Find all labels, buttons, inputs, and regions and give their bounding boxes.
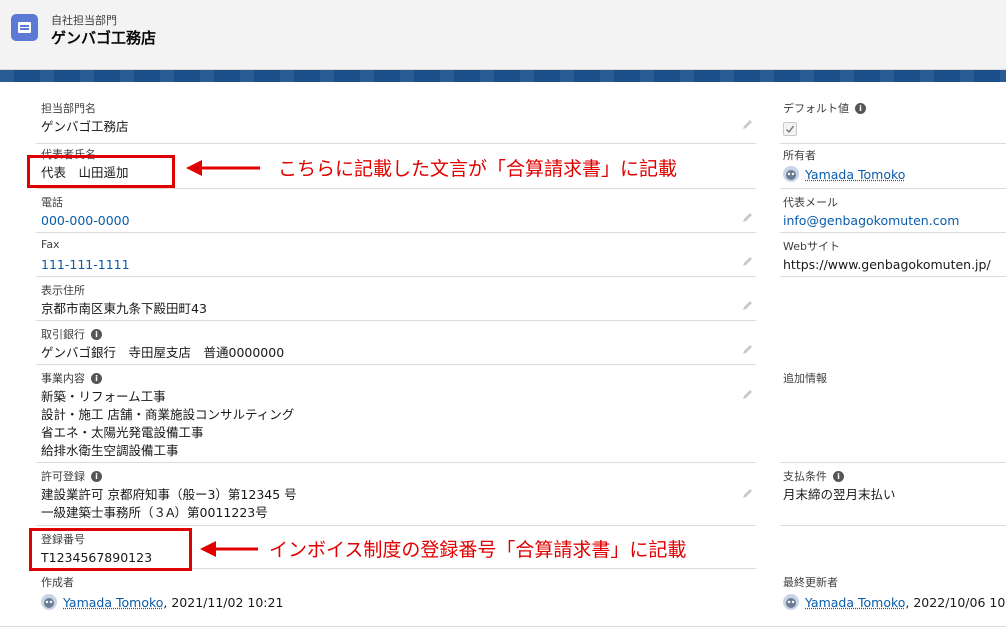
field-label-text: デフォルト値 <box>783 102 849 115</box>
decorative-band <box>0 70 1006 82</box>
business-line: 新築・リフォーム工事 <box>41 389 166 404</box>
field-label: 許可登録 i <box>41 468 102 484</box>
email-link[interactable]: info@genbagokomuten.com <box>783 212 959 230</box>
field-label: 所有者 <box>783 149 816 162</box>
field-label: 最終更新者 <box>783 576 838 589</box>
field-label: Webサイト <box>783 240 840 253</box>
pencil-icon[interactable] <box>742 118 754 130</box>
divider <box>780 188 1006 189</box>
field-value: Yamada Tomoko <box>783 166 905 184</box>
field-label: 表示住所 <box>41 284 85 297</box>
divider <box>780 143 1006 144</box>
divider <box>780 462 1006 463</box>
divider <box>36 143 756 144</box>
field-label: 追加情報 <box>783 372 827 385</box>
default-checkbox <box>783 122 797 136</box>
avatar-icon <box>783 594 799 610</box>
business-line: 設計・施工 店舗・商業施設コンサルティング <box>41 407 295 422</box>
record-header: 自社担当部門 ゲンバゴ工務店 <box>0 0 1006 70</box>
annotation-arrow-icon <box>186 160 260 176</box>
created-date: , 2021/11/02 10:21 <box>163 595 284 610</box>
field-label: Fax <box>41 238 60 251</box>
field-label-text: 取引銀行 <box>41 328 85 341</box>
field-value: 建設業許可 京都府知事（般ー3）第12345 号 一級建築士事務所（３A）第00… <box>41 486 297 522</box>
business-line: 省エネ・太陽光発電設備工事 <box>41 425 204 440</box>
field-label: 担当部門名 <box>41 102 96 115</box>
fax-link[interactable]: 111-111-1111 <box>41 256 130 274</box>
info-icon[interactable]: i <box>833 471 844 482</box>
annotation-text-representative: こちらに記載した文言が「合算請求書」に記載 <box>278 158 678 180</box>
annotation-box-registration <box>29 528 192 571</box>
divider <box>36 462 756 463</box>
record-title: ゲンバゴ工務店 <box>51 29 157 47</box>
info-icon[interactable]: i <box>91 329 102 340</box>
field-value: 京都市南区東九条下殿田町43 <box>41 301 207 316</box>
record-icon <box>11 14 38 41</box>
pencil-icon[interactable] <box>742 388 754 400</box>
field-label: デフォルト値 i <box>783 100 866 116</box>
field-label-text: 支払条件 <box>783 470 827 483</box>
info-icon[interactable]: i <box>855 103 866 114</box>
website-value[interactable]: https://www.genbagokomuten.jp/ <box>783 256 991 274</box>
info-icon[interactable]: i <box>91 373 102 384</box>
avatar-icon <box>783 166 799 182</box>
object-label: 自社担当部門 <box>51 14 117 27</box>
divider <box>36 320 756 321</box>
avatar-icon <box>41 594 57 610</box>
modified-by-user-link[interactable]: Yamada Tomoko <box>805 595 905 610</box>
phone-link[interactable]: 000-000-0000 <box>41 212 130 230</box>
divider <box>780 276 1006 277</box>
divider <box>780 232 1006 233</box>
license-line: 一級建築士事務所（３A）第0011223号 <box>41 505 268 520</box>
divider <box>36 276 756 277</box>
field-value: 月末締の翌月末払い <box>783 487 896 502</box>
divider <box>36 188 756 189</box>
divider <box>36 232 756 233</box>
field-value: 新築・リフォーム工事 設計・施工 店舗・商業施設コンサルティング 省エネ・太陽光… <box>41 388 294 460</box>
business-line: 給排水衛生空調設備工事 <box>41 443 179 458</box>
field-label-text: 許可登録 <box>41 470 85 483</box>
divider <box>36 364 756 365</box>
field-value: Yamada Tomoko, 2022/10/06 10:23 <box>783 594 1006 612</box>
annotation-text-registration: インボイス制度の登録番号「合算請求書」に記載 <box>269 539 687 561</box>
info-icon[interactable]: i <box>91 471 102 482</box>
created-by-user-link[interactable]: Yamada Tomoko <box>63 595 163 610</box>
checkbox-check-icon <box>786 125 795 133</box>
field-label: 代表メール <box>783 196 838 209</box>
pencil-icon[interactable] <box>742 255 754 267</box>
license-line: 建設業許可 京都府知事（般ー3）第12345 号 <box>41 487 297 502</box>
divider <box>0 626 1006 627</box>
owner-user-link[interactable]: Yamada Tomoko <box>805 167 905 182</box>
divider <box>780 525 1006 526</box>
pencil-icon[interactable] <box>742 343 754 355</box>
field-label: 電話 <box>41 196 63 209</box>
field-label-text: 事業内容 <box>41 372 85 385</box>
pencil-icon[interactable] <box>742 299 754 311</box>
pencil-icon[interactable] <box>742 211 754 223</box>
annotation-box-representative <box>27 155 175 188</box>
field-label: 作成者 <box>41 576 74 589</box>
annotation-arrow-icon <box>200 541 258 557</box>
pencil-icon[interactable] <box>742 487 754 499</box>
field-label: 支払条件 i <box>783 468 844 484</box>
field-value: Yamada Tomoko, 2021/11/02 10:21 <box>41 594 283 612</box>
field-value: ゲンバゴ銀行 寺田屋支店 普通0000000 <box>41 345 285 360</box>
divider <box>36 525 756 526</box>
field-value: ゲンバゴ工務店 <box>41 119 129 134</box>
field-label: 取引銀行 i <box>41 326 102 342</box>
modified-date: , 2022/10/06 10:23 <box>905 595 1006 610</box>
field-label: 事業内容 i <box>41 370 102 386</box>
